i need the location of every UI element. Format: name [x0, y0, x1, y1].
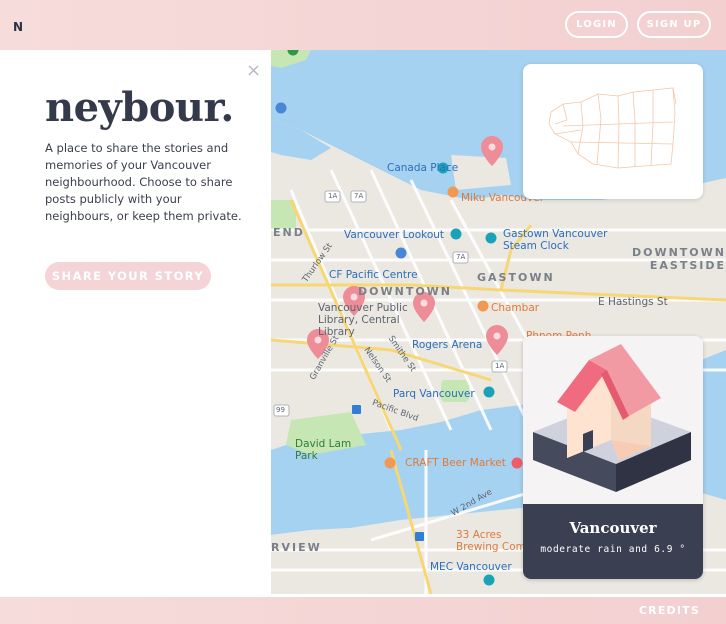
map-label-downtown-eastside: DOWNTOWN EASTSIDE	[631, 246, 726, 272]
route-shield-1a-south: 1A	[495, 362, 505, 370]
map-label-33-acres[interactable]: 33 Acres Brewing Com	[456, 529, 526, 553]
brand-title: neybour.	[45, 84, 234, 131]
map-label-parq[interactable]: Parq Vancouver	[393, 388, 475, 400]
map-label-david-lam-park[interactable]: David Lam Park	[295, 438, 355, 462]
map-label-cf-pacific-centre[interactable]: CF Pacific Centre	[329, 269, 418, 281]
bottom-bar: CREDITS	[0, 597, 726, 624]
map-label-chambar[interactable]: Chambar	[491, 302, 539, 314]
neighbourhood-outline-map	[548, 87, 677, 169]
logo[interactable]: N	[13, 20, 23, 34]
map-label-vancouver-lookout[interactable]: Vancouver Lookout	[344, 229, 444, 241]
map-label-fairview: RVIEW	[271, 541, 322, 554]
credits-link[interactable]: CREDITS	[639, 604, 700, 617]
house-icon	[533, 344, 691, 492]
weather-info: Vancouver moderate rain and 6.9 °	[523, 504, 703, 579]
map-label-west-end: END	[273, 226, 305, 239]
weather-card: Vancouver moderate rain and 6.9 °	[523, 336, 703, 579]
weather-condition: moderate rain and 6.9 °	[540, 544, 686, 555]
route-shield-7a-east: 7A	[456, 253, 466, 261]
app-root: N LOGIN SIGN UP × neybour. A place to sh…	[0, 0, 726, 624]
close-icon[interactable]: ×	[246, 62, 261, 80]
map-label-downtown: DOWNTOWN	[358, 285, 453, 298]
map-label-gastown-clock[interactable]: Gastown Vancouver Steam Clock	[503, 228, 623, 252]
top-bar: N LOGIN SIGN UP	[0, 0, 726, 50]
route-shield-1a: 1A	[328, 192, 338, 200]
intro-description: A place to share the stories and memorie…	[45, 141, 242, 223]
map-label-canada-place[interactable]: Canada Place	[387, 162, 458, 174]
house-illustration	[523, 336, 703, 504]
login-button[interactable]: LOGIN	[565, 11, 628, 38]
neighbourhood-minimap[interactable]	[523, 64, 703, 199]
map-label-rogers-arena[interactable]: Rogers Arena	[412, 339, 482, 351]
map-label-gastown: GASTOWN	[477, 271, 555, 284]
map-label-craft-beer[interactable]: CRAFT Beer Market	[405, 457, 506, 469]
intro-panel: × neybour. A place to share the stories …	[0, 50, 271, 597]
map-label-e-hastings: E Hastings St	[598, 296, 668, 308]
share-story-button[interactable]: SHARE YOUR STORY	[45, 262, 211, 290]
signup-button[interactable]: SIGN UP	[637, 11, 711, 38]
route-shield-99: 99	[276, 406, 285, 414]
map-label-mec[interactable]: MEC Vancouver	[430, 561, 512, 573]
weather-city: Vancouver	[569, 519, 657, 537]
route-shield-7a: 7A	[354, 192, 364, 200]
map-label-public-library[interactable]: Vancouver Public Library, Central Librar…	[318, 302, 418, 338]
